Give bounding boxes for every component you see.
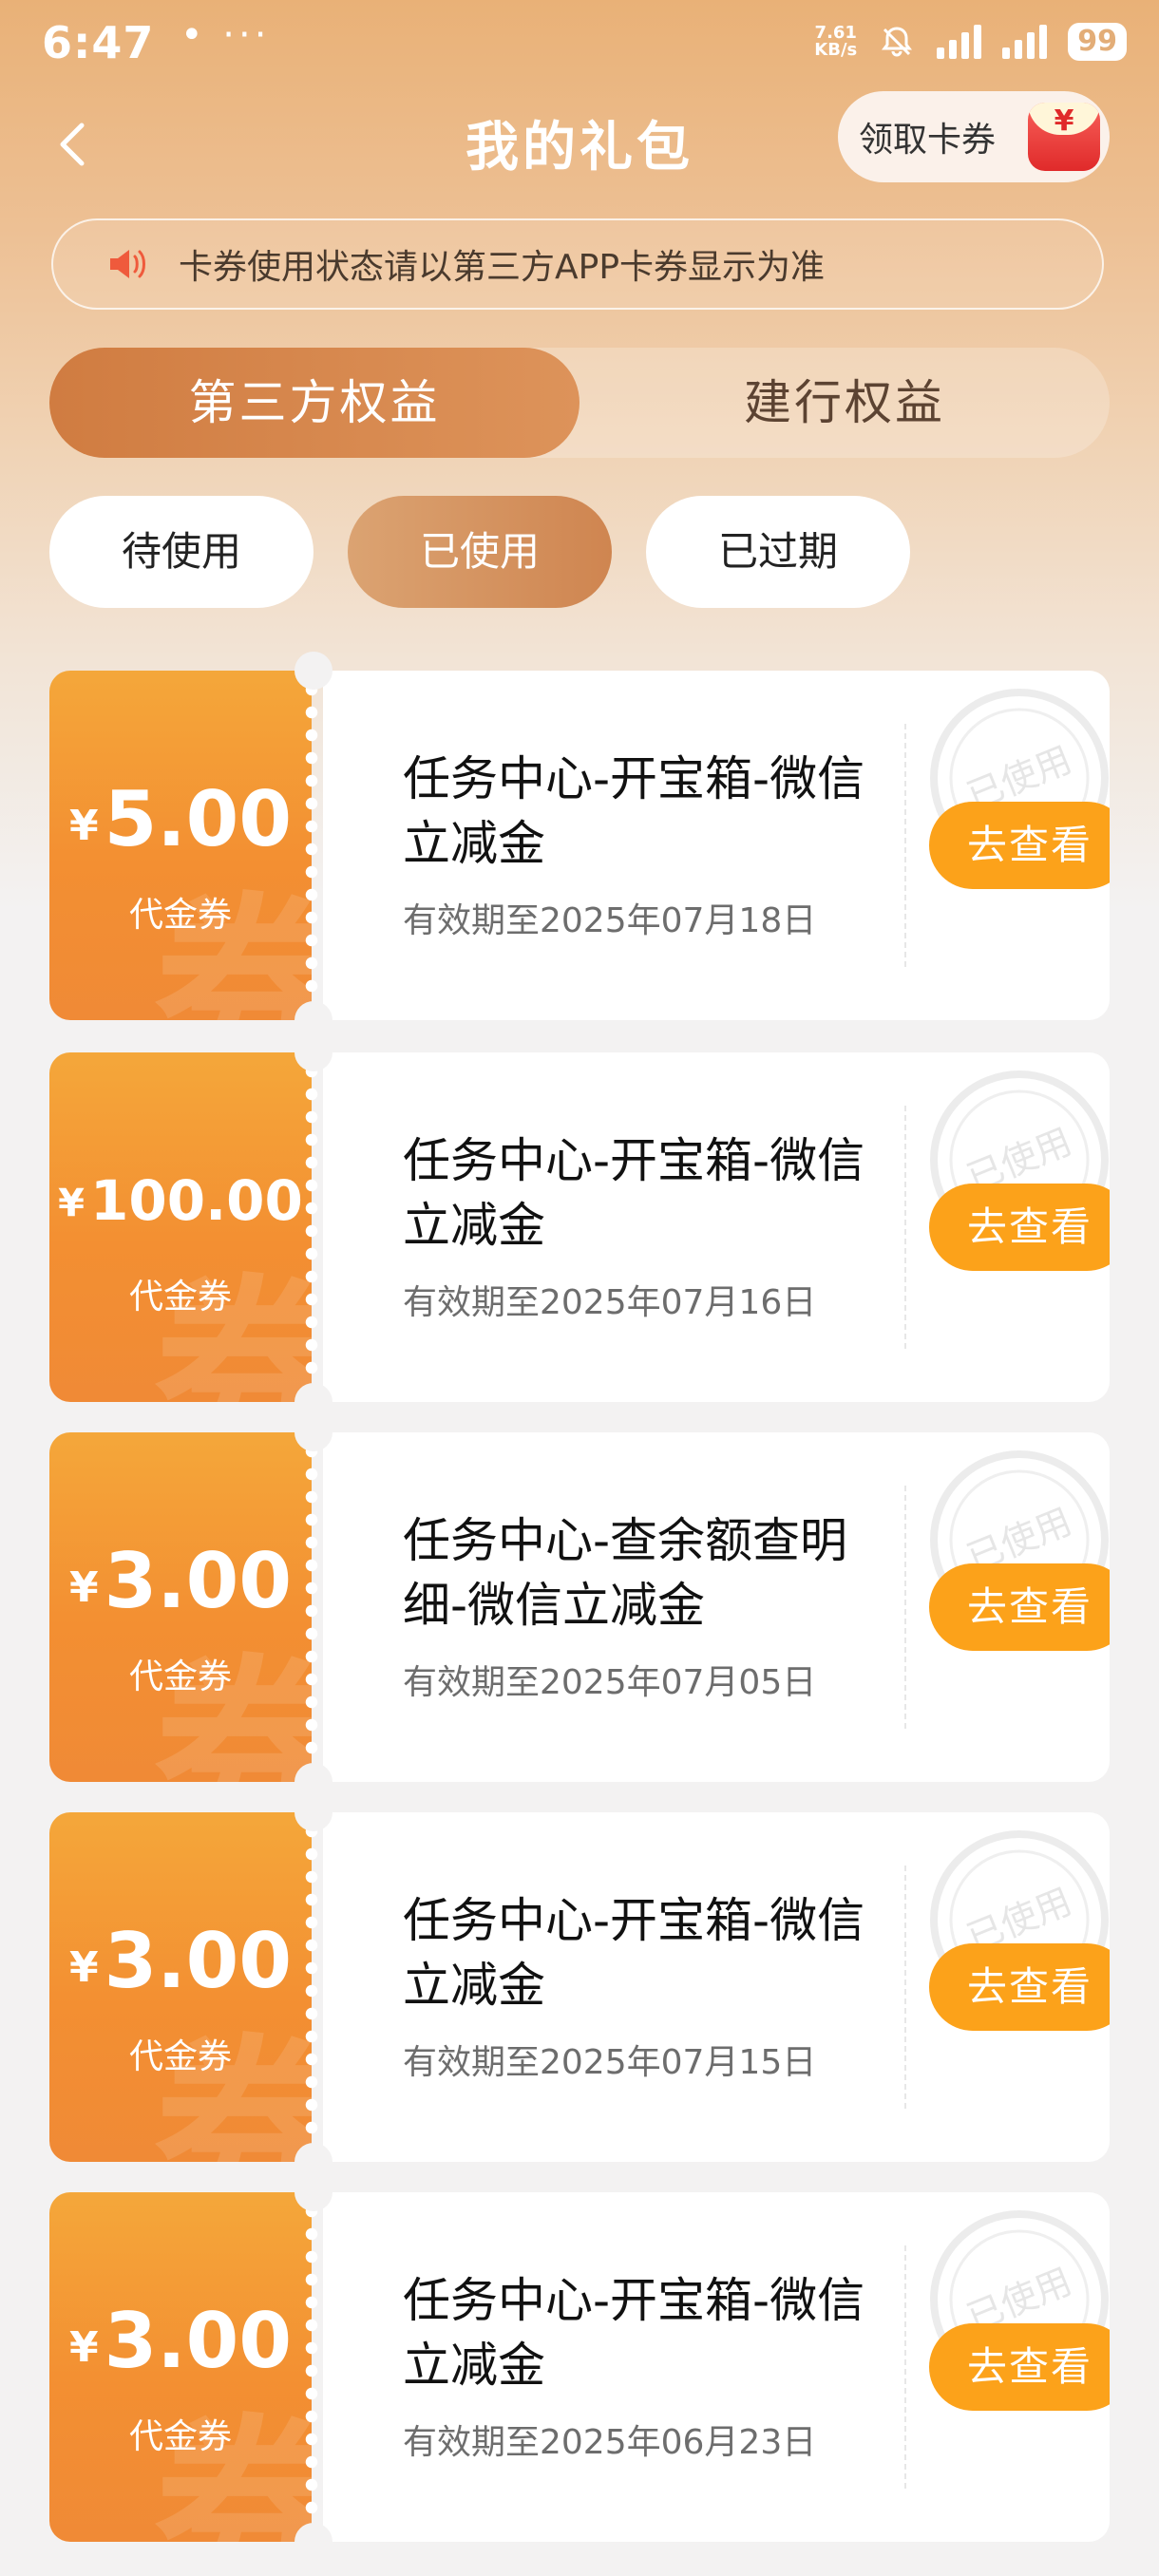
coupon-value-panel: 券 ¥100.00 代金券 <box>49 1052 312 1402</box>
view-coupon-button[interactable]: 去查看 <box>929 2323 1110 2411</box>
coupon-validity: 有效期至2025年07月05日 <box>403 1663 817 1702</box>
currency-symbol: ¥ <box>68 802 99 850</box>
tab-ccb[interactable]: 建行权益 <box>580 348 1110 458</box>
coupon-type: 代金券 <box>128 2417 232 2456</box>
coupon-name: 任务中心-开宝箱-微信立减金 <box>403 751 865 871</box>
currency-symbol: ¥ <box>68 2323 99 2372</box>
notice-text: 卡券使用状态请以第三方APP卡券显示为准 <box>179 248 826 287</box>
filter-unused[interactable]: 待使用 <box>49 496 314 608</box>
notice-banner: 卡券使用状态请以第三方APP卡券显示为准 <box>51 218 1104 310</box>
network-speed-unit: KB/s <box>814 40 858 60</box>
coupon-value-panel: 券 ¥5.00 代金券 <box>49 671 312 1020</box>
coupon-validity: 有效期至2025年07月15日 <box>403 2043 817 2082</box>
coupon-validity: 有效期至2025年06月23日 <box>403 2423 817 2462</box>
coupon-value-panel: 券 ¥3.00 代金券 <box>49 2192 312 2542</box>
bell-muted-icon <box>882 27 913 57</box>
network-speed: 7.61 KB/s <box>814 25 857 59</box>
speaker-icon <box>110 250 145 278</box>
coupon-value-panel: 券 ¥3.00 代金券 <box>49 1432 312 1782</box>
coupon-card: 券 ¥3.00 代金券 已使用 任务中心-开宝箱-微信立减金 有效期至2025年… <box>49 2173 1110 2561</box>
currency-symbol: ¥ <box>68 1943 99 1992</box>
coupon-type: 代金券 <box>128 896 232 935</box>
coupon-amount: ¥100.00 <box>49 1168 312 1233</box>
coupon-card: 券 ¥3.00 代金券 已使用 任务中心-查余额查明细-微信立减金 有效期至20… <box>49 1413 1110 1801</box>
coupon-amount: ¥3.00 <box>49 1537 312 1625</box>
coupon-type: 代金券 <box>128 1657 232 1696</box>
signal-icon <box>1002 25 1048 59</box>
coupon-type: 代金券 <box>128 2037 232 2076</box>
coupon-amount-value: 5.00 <box>104 775 292 863</box>
claim-coupon-label: 领取卡券 <box>859 121 997 160</box>
view-coupon-button[interactable]: 去查看 <box>929 1943 1110 2031</box>
battery-icon: 99 <box>1068 23 1127 61</box>
coupon-card: 券 ¥100.00 代金券 已使用 任务中心-开宝箱-微信立减金 有效期至202… <box>49 1033 1110 1421</box>
signal-icon <box>937 25 982 59</box>
coupon-name: 任务中心-开宝箱-微信立减金 <box>403 2273 865 2393</box>
coupon-amount-value: 3.00 <box>104 1537 292 1625</box>
claim-coupon-button[interactable]: 领取卡券 ¥ <box>838 91 1110 182</box>
view-coupon-button[interactable]: 去查看 <box>929 802 1110 889</box>
coupon-card: 券 ¥3.00 代金券 已使用 任务中心-开宝箱-微信立减金 有效期至2025年… <box>49 1793 1110 2181</box>
coupon-detail-panel: 已使用 任务中心-开宝箱-微信立减金 有效期至2025年07月16日 去查看 <box>323 1052 1110 1402</box>
status-bar: 6:47 • ··· 7.61 KB/s 99 <box>0 0 1159 95</box>
coupon-amount-value: 3.00 <box>104 1917 292 2005</box>
coupon-detail-panel: 已使用 任务中心-查余额查明细-微信立减金 有效期至2025年07月05日 去查… <box>323 1432 1110 1782</box>
coupon-name: 任务中心-开宝箱-微信立减金 <box>403 1893 865 2013</box>
coupon-detail-panel: 已使用 任务中心-开宝箱-微信立减金 有效期至2025年07月15日 去查看 <box>323 1812 1110 2162</box>
status-time: 6:47 <box>42 17 155 68</box>
coupon-value-panel: 券 ¥3.00 代金券 <box>49 1812 312 2162</box>
coupon-amount: ¥5.00 <box>49 775 312 863</box>
filter-used[interactable]: 已使用 <box>348 496 612 608</box>
coupon-amount-value: 3.00 <box>104 2297 292 2385</box>
coupon-card: 券 ¥5.00 代金券 已使用 任务中心-开宝箱-微信立减金 有效期至2025年… <box>49 652 1110 1039</box>
coupon-name: 任务中心-查余额查明细-微信立减金 <box>403 1513 848 1633</box>
coupon-amount: ¥3.00 <box>49 2297 312 2385</box>
status-notification-dots: • ··· <box>180 13 271 57</box>
currency-symbol: ¥ <box>58 1182 85 1225</box>
coupon-type: 代金券 <box>128 1278 232 1316</box>
red-envelope-icon: ¥ <box>1028 103 1100 171</box>
view-coupon-button[interactable]: 去查看 <box>929 1563 1110 1651</box>
currency-symbol: ¥ <box>68 1563 99 1612</box>
view-coupon-button[interactable]: 去查看 <box>929 1184 1110 1271</box>
page-header: 我的礼包 领取卡券 ¥ <box>0 91 1159 190</box>
coupon-detail-panel: 已使用 任务中心-开宝箱-微信立减金 有效期至2025年07月18日 去查看 <box>323 671 1110 1020</box>
coupon-detail-panel: 已使用 任务中心-开宝箱-微信立减金 有效期至2025年06月23日 去查看 <box>323 2192 1110 2542</box>
benefit-tabs: 第三方权益 建行权益 <box>49 348 1110 458</box>
coupon-validity: 有效期至2025年07月16日 <box>403 1283 817 1322</box>
tab-third-party[interactable]: 第三方权益 <box>49 348 580 458</box>
coupon-amount: ¥3.00 <box>49 1917 312 2005</box>
filter-expired[interactable]: 已过期 <box>646 496 910 608</box>
coupon-name: 任务中心-开宝箱-微信立减金 <box>403 1133 865 1253</box>
coupon-validity: 有效期至2025年07月18日 <box>403 901 817 940</box>
coupon-amount-value: 100.00 <box>90 1168 303 1233</box>
